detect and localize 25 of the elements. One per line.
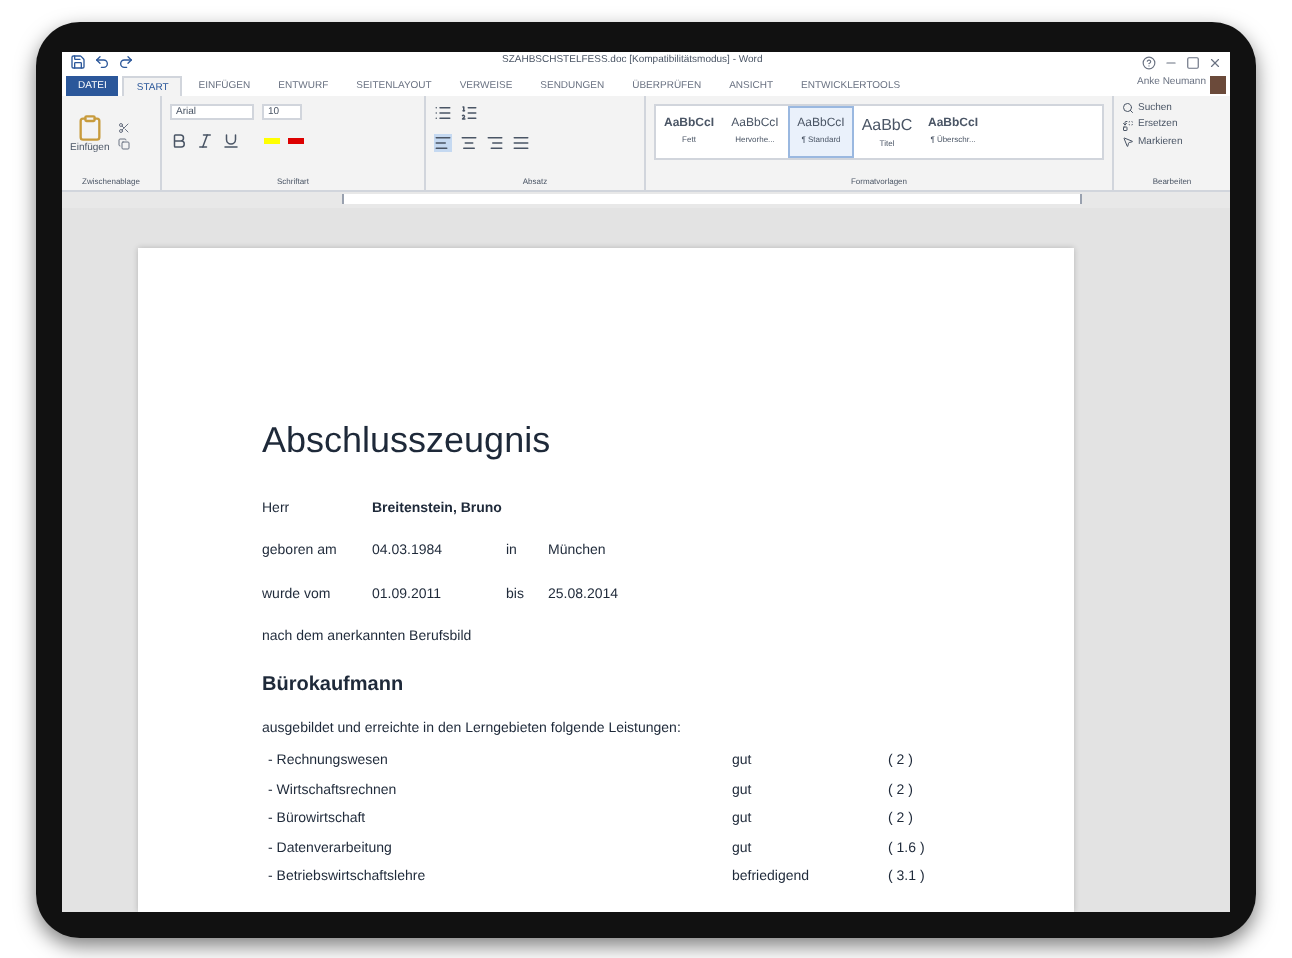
undo-icon[interactable] <box>94 54 110 70</box>
profession-heading: Bürokaufmann <box>262 671 406 699</box>
align-right-icon[interactable] <box>486 133 504 151</box>
pointer-icon <box>1122 136 1134 149</box>
font-color-icon[interactable] <box>288 137 304 143</box>
bold-icon[interactable] <box>170 131 188 149</box>
bullet-list-icon[interactable] <box>434 103 452 121</box>
copy-icon[interactable] <box>117 137 130 149</box>
cut-icon[interactable] <box>117 121 130 133</box>
align-left-icon[interactable] <box>434 133 452 151</box>
close-icon[interactable] <box>1208 55 1222 69</box>
italic-icon[interactable] <box>196 131 214 149</box>
underline-icon[interactable] <box>222 131 240 149</box>
search-icon <box>1122 102 1134 115</box>
help-icon[interactable] <box>1142 55 1156 69</box>
replace-icon <box>1122 119 1134 132</box>
numbered-list-icon[interactable] <box>460 103 478 121</box>
maximize-icon[interactable] <box>1186 55 1200 69</box>
redo-icon[interactable] <box>118 54 134 70</box>
avatar-placeholder[interactable] <box>1210 75 1226 93</box>
align-center-icon[interactable] <box>460 133 478 151</box>
document-title: Abschlusszeugnis <box>262 417 553 464</box>
justify-icon[interactable] <box>512 133 530 151</box>
save-icon[interactable] <box>70 54 86 70</box>
clipboard-icon <box>75 113 104 142</box>
